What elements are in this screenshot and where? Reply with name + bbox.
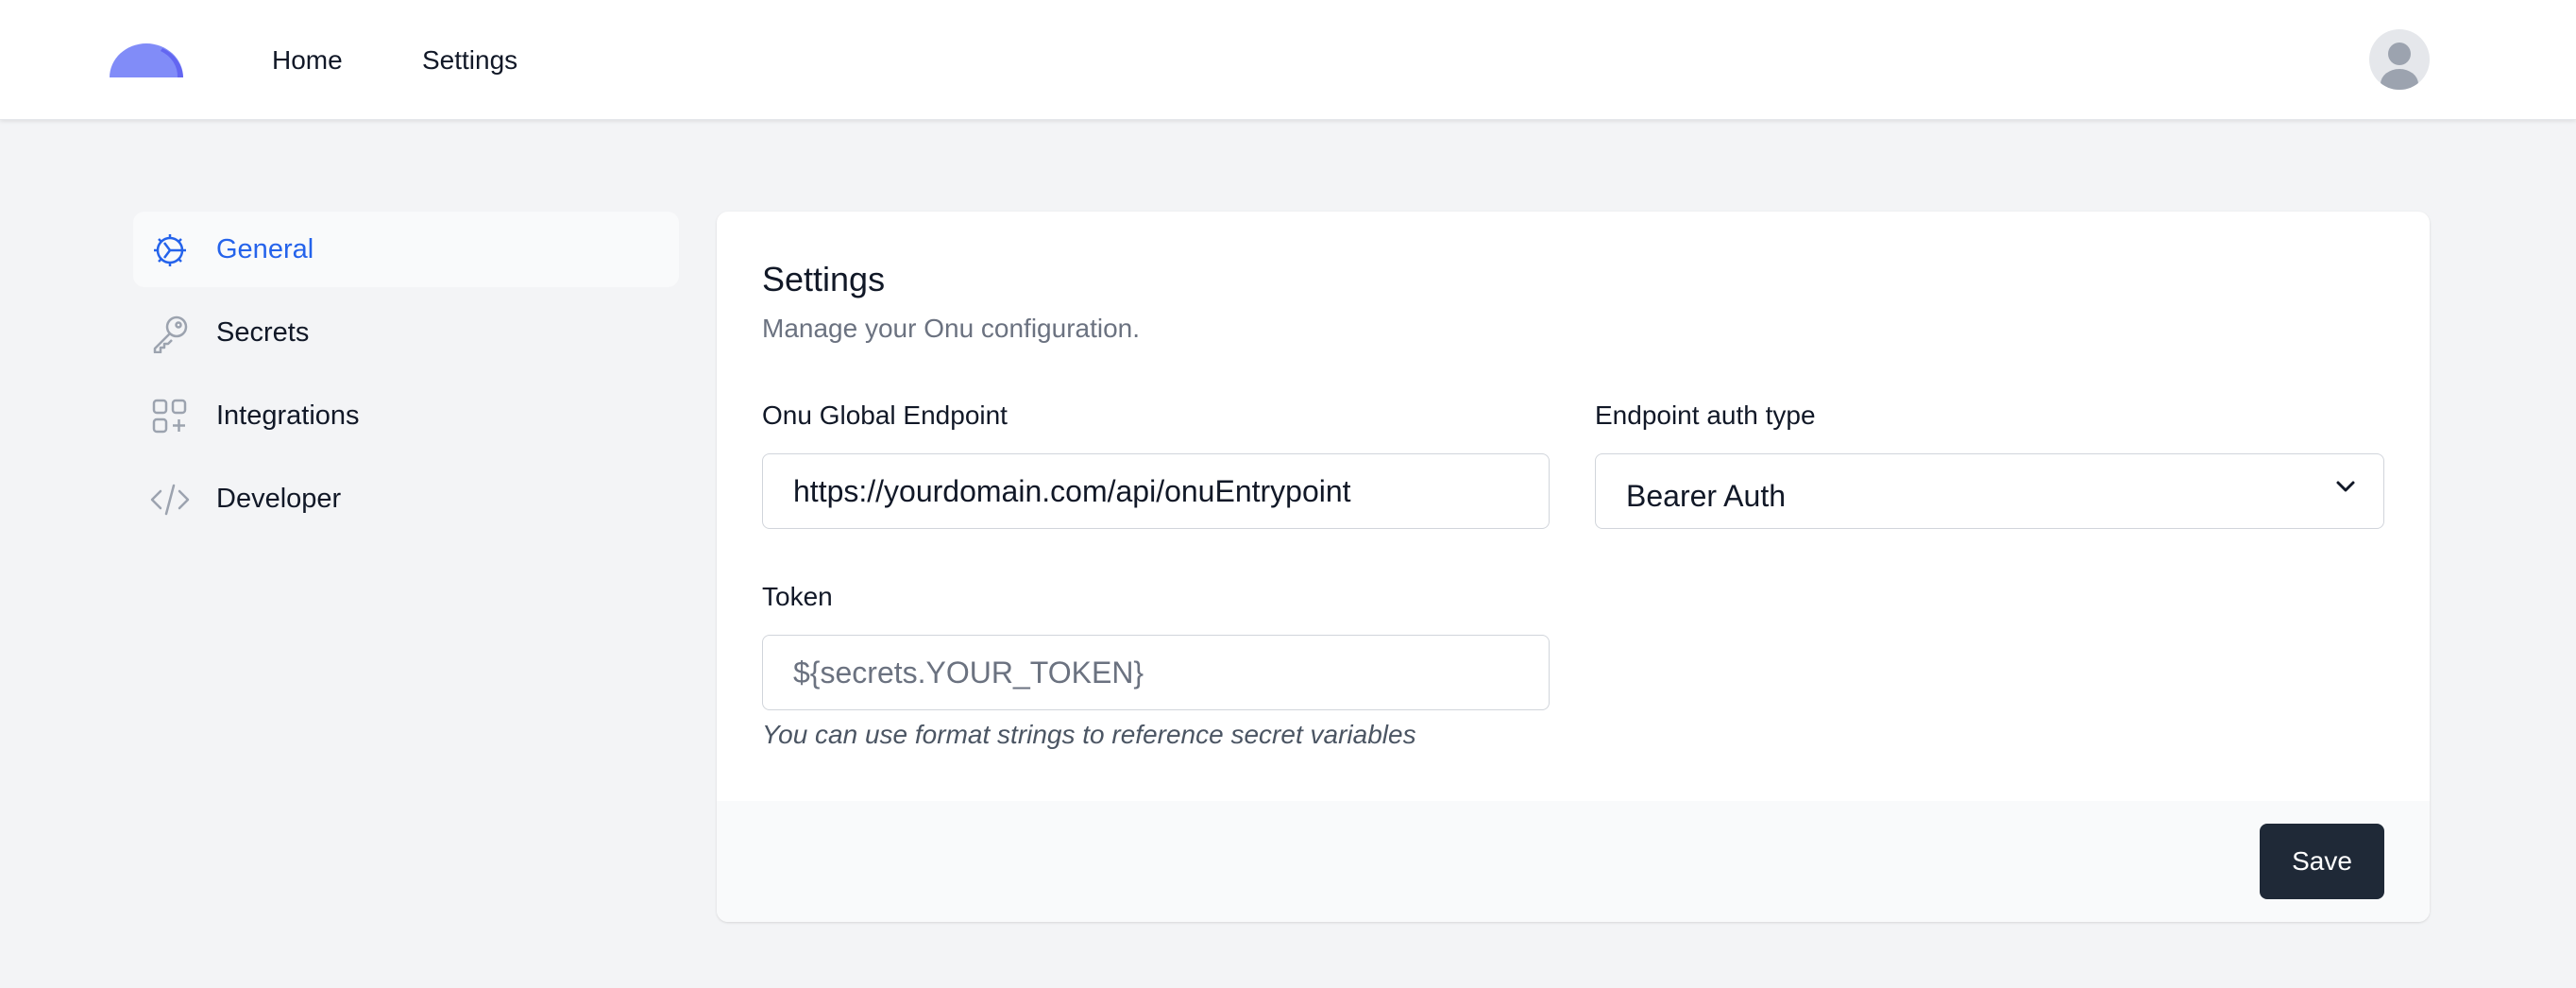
save-button[interactable]: Save [2260, 824, 2384, 899]
sidebar-item-developer[interactable]: Developer [133, 461, 679, 537]
auth-type-selected: Bearer Auth [1626, 479, 1786, 513]
key-icon [153, 315, 188, 353]
sidebar-item-secrets[interactable]: Secrets [133, 295, 679, 370]
nav-settings-link[interactable]: Settings [422, 43, 517, 77]
card-subtitle: Manage your Onu configuration. [762, 314, 1141, 343]
user-avatar[interactable] [2369, 29, 2430, 90]
auth-type-select[interactable]: Bearer Auth [1595, 453, 2384, 529]
token-label: Token [762, 582, 833, 611]
sidebar-item-integrations[interactable]: Integrations [133, 378, 679, 453]
sidebar-item-label: Integrations [216, 400, 360, 431]
logo-icon[interactable] [110, 43, 183, 77]
endpoint-label: Onu Global Endpoint [762, 400, 1008, 430]
gear-icon [154, 234, 186, 266]
settings-card: Settings Manage your Onu configuration. … [717, 212, 2430, 922]
top-navbar: Home Settings [0, 0, 2576, 120]
token-hint: You can use format strings to reference … [762, 720, 1416, 749]
sidebar-item-label: General [216, 234, 314, 264]
sidebar-item-label: Secrets [216, 317, 310, 348]
squares-plus-icon [152, 399, 187, 434]
auth-type-label: Endpoint auth type [1595, 400, 1816, 430]
user-avatar-icon [2381, 43, 2418, 90]
code-icon [150, 484, 190, 516]
token-input[interactable] [762, 635, 1550, 710]
endpoint-input[interactable] [762, 453, 1550, 529]
nav-home-link[interactable]: Home [272, 43, 343, 77]
sidebar-item-general[interactable]: General [133, 212, 679, 287]
sidebar-item-label: Developer [216, 484, 342, 514]
card-footer: Save [717, 801, 2430, 922]
chevron-down-icon [2336, 481, 2355, 492]
card-title: Settings [762, 260, 886, 298]
